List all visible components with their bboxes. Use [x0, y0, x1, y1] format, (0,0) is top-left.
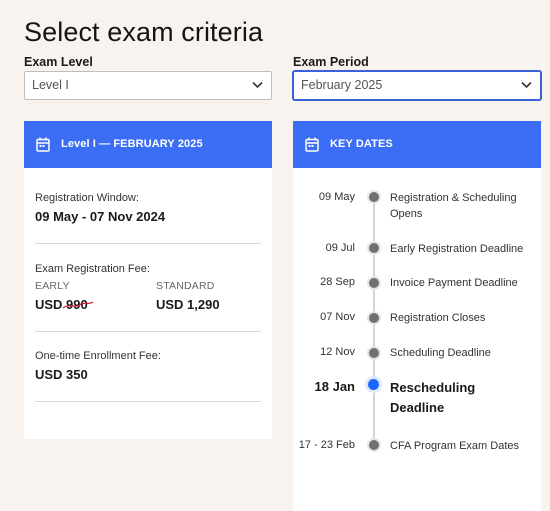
timeline-dot [367, 311, 381, 325]
key-date-event: Invoice Payment Deadline [390, 277, 518, 289]
exam-period-value: February 2025 [301, 78, 383, 92]
key-date-event: Scheduling Deadline [390, 347, 491, 359]
key-date-event: CFA Program Exam Dates [390, 440, 519, 452]
divider [35, 401, 261, 402]
exam-period-label: Exam Period [293, 55, 369, 69]
timeline-dot-current [365, 376, 382, 393]
key-dates-title: KEY DATES [330, 138, 393, 150]
key-date-event: Registration & Scheduling Opens [390, 192, 517, 220]
enrollment-fee-value: USD 350 [35, 367, 88, 382]
summary-card-header: Level I — FEBRUARY 2025 [24, 121, 272, 168]
divider [35, 243, 261, 244]
exam-period-select[interactable]: February 2025 [293, 71, 541, 100]
calendar-icon [305, 137, 319, 152]
page-title: Select exam criteria [24, 17, 264, 47]
key-date-event-current: Rescheduling Deadline [390, 380, 476, 415]
exam-level-label: Exam Level [24, 55, 93, 69]
early-fee-label: EARLY [35, 280, 70, 292]
timeline-dot [367, 438, 381, 452]
key-date-date: 09 Jul [325, 242, 355, 254]
enrollment-fee-label: One-time Enrollment Fee: [35, 350, 161, 362]
strikethrough-mark [62, 301, 94, 309]
key-date-date: 17 - 23 Feb [298, 439, 355, 451]
key-dates-header: KEY DATES [293, 121, 541, 168]
key-date-date: 28 Sep [320, 276, 355, 288]
key-date-event: Registration Closes [390, 312, 486, 324]
timeline-dot [367, 346, 381, 360]
registration-window-label: Registration Window: [35, 192, 139, 204]
standard-fee-value: USD 1,290 [156, 297, 220, 312]
exam-level-value: Level I [32, 78, 69, 92]
chevron-down-icon [521, 81, 532, 89]
fee-label: Exam Registration Fee: [35, 263, 150, 275]
summary-card-title: Level I — FEBRUARY 2025 [61, 138, 203, 150]
key-date-date: 09 May [318, 191, 355, 203]
timeline-dot [367, 276, 381, 290]
early-fee-value: USD 990 [35, 297, 94, 312]
key-dates-card: KEY DATES 09 May Registration & Scheduli… [293, 121, 541, 511]
calendar-icon [36, 137, 50, 152]
divider [35, 331, 261, 332]
chevron-down-icon [252, 81, 263, 89]
key-date-date: 07 Nov [320, 311, 355, 323]
exam-level-select[interactable]: Level I [24, 71, 272, 100]
registration-window-value: 09 May - 07 Nov 2024 [35, 209, 166, 224]
key-date-date: 12 Nov [320, 346, 355, 358]
key-date-date-current: 18 Jan [314, 379, 355, 394]
timeline-dot [367, 241, 381, 255]
summary-card: Level I — FEBRUARY 2025 Registration Win… [24, 121, 272, 439]
standard-fee-label: STANDARD [156, 280, 215, 292]
key-date-event: Early Registration Deadline [390, 243, 524, 255]
timeline-dot [367, 190, 381, 204]
